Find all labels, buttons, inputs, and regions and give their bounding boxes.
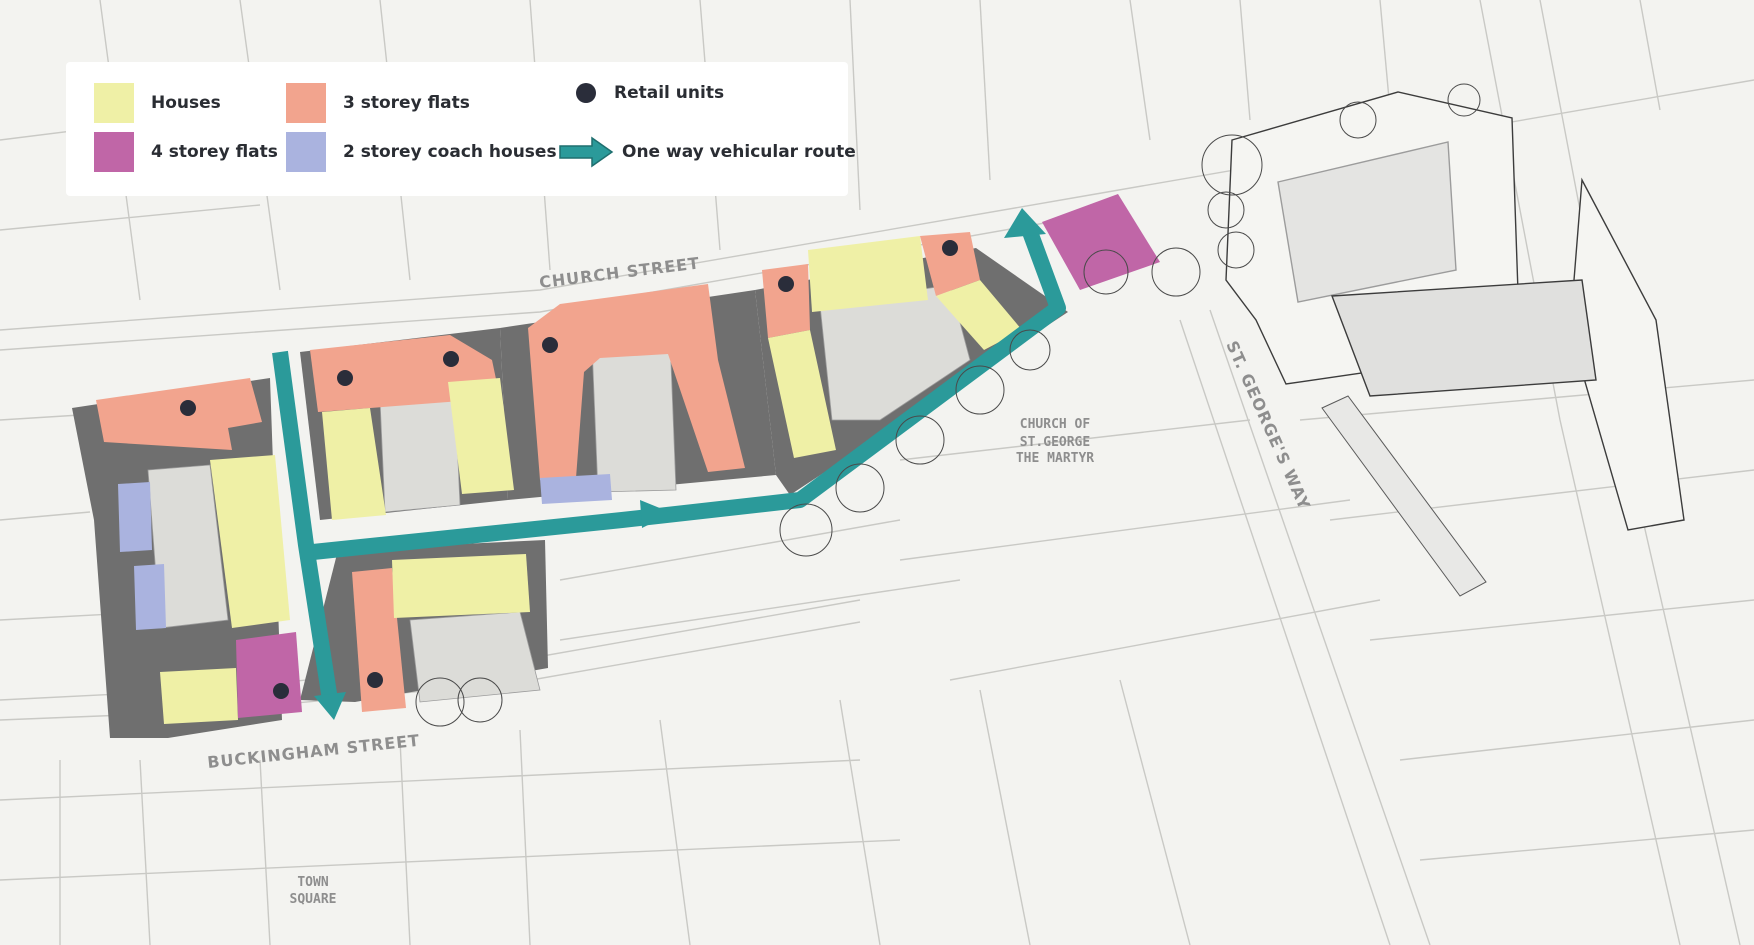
houses-swatch (94, 83, 134, 123)
three-storey-flats-block (762, 264, 810, 338)
buckingham-street-label: BUCKINGHAM STREET (206, 731, 420, 772)
coach-houses-block (134, 564, 166, 630)
coach-houses-block (118, 482, 152, 552)
parking-bays (1321, 395, 1487, 597)
legend-item-retail-units: Retail units (566, 83, 724, 103)
retail-dot-icon (576, 83, 596, 103)
houses-block (392, 554, 530, 618)
arrow-right-icon (559, 136, 614, 168)
retail-unit-marker (367, 672, 383, 688)
coach-houses-block (540, 474, 612, 504)
map-legend: Houses 4 storey flats 3 storey flats 2 s… (66, 62, 856, 196)
retail-unit-marker (443, 351, 459, 367)
retail-unit-marker (542, 337, 558, 353)
legend-item-4-storey-flats: 4 storey flats (94, 132, 278, 172)
legend-label: 4 storey flats (151, 142, 278, 162)
legend-label: 2 storey coach houses (343, 142, 557, 162)
legend-item-vehicular-route: One way vehicular route (558, 136, 856, 168)
three-storey-swatch (286, 83, 326, 123)
town-square-label: TOWN SQUARE (290, 875, 337, 907)
route-arrow-north (1004, 208, 1046, 238)
legend-item-coach-houses: 2 storey coach houses (286, 132, 557, 172)
church-label: CHURCH OF ST.GEORGE THE MARTYR (1016, 417, 1094, 466)
houses-block (808, 236, 928, 312)
legend-label: Houses (151, 93, 221, 113)
houses-block (160, 668, 238, 724)
legend-label: 3 storey flats (343, 93, 470, 113)
svg-text:TOWN: TOWN (297, 875, 328, 890)
legend-label: Retail units (614, 83, 725, 103)
church-street-label: CHURCH STREET (538, 253, 701, 292)
retail-unit-marker (942, 240, 958, 256)
legend-item-houses: Houses (94, 83, 221, 123)
svg-text:THE MARTYR: THE MARTYR (1016, 451, 1094, 466)
legend-item-3-storey-flats: 3 storey flats (286, 83, 470, 123)
four-storey-flats-block (1042, 194, 1160, 290)
svg-text:SQUARE: SQUARE (290, 892, 337, 907)
four-storey-flats-block (236, 632, 302, 718)
svg-text:ST.GEORGE: ST.GEORGE (1020, 435, 1090, 450)
retail-unit-marker (337, 370, 353, 386)
site-plan-map: CHURCH STREET BUCKINGHAM STREET ST. GEOR… (0, 0, 1754, 945)
legend-label: One way vehicular route (622, 142, 856, 162)
retail-unit-marker (778, 276, 794, 292)
retail-unit-marker (273, 683, 289, 699)
four-storey-swatch (94, 132, 134, 172)
coach-houses-swatch (286, 132, 326, 172)
svg-text:CHURCH OF: CHURCH OF (1020, 417, 1091, 432)
retail-unit-marker (180, 400, 196, 416)
route-arrow-south (314, 692, 346, 720)
